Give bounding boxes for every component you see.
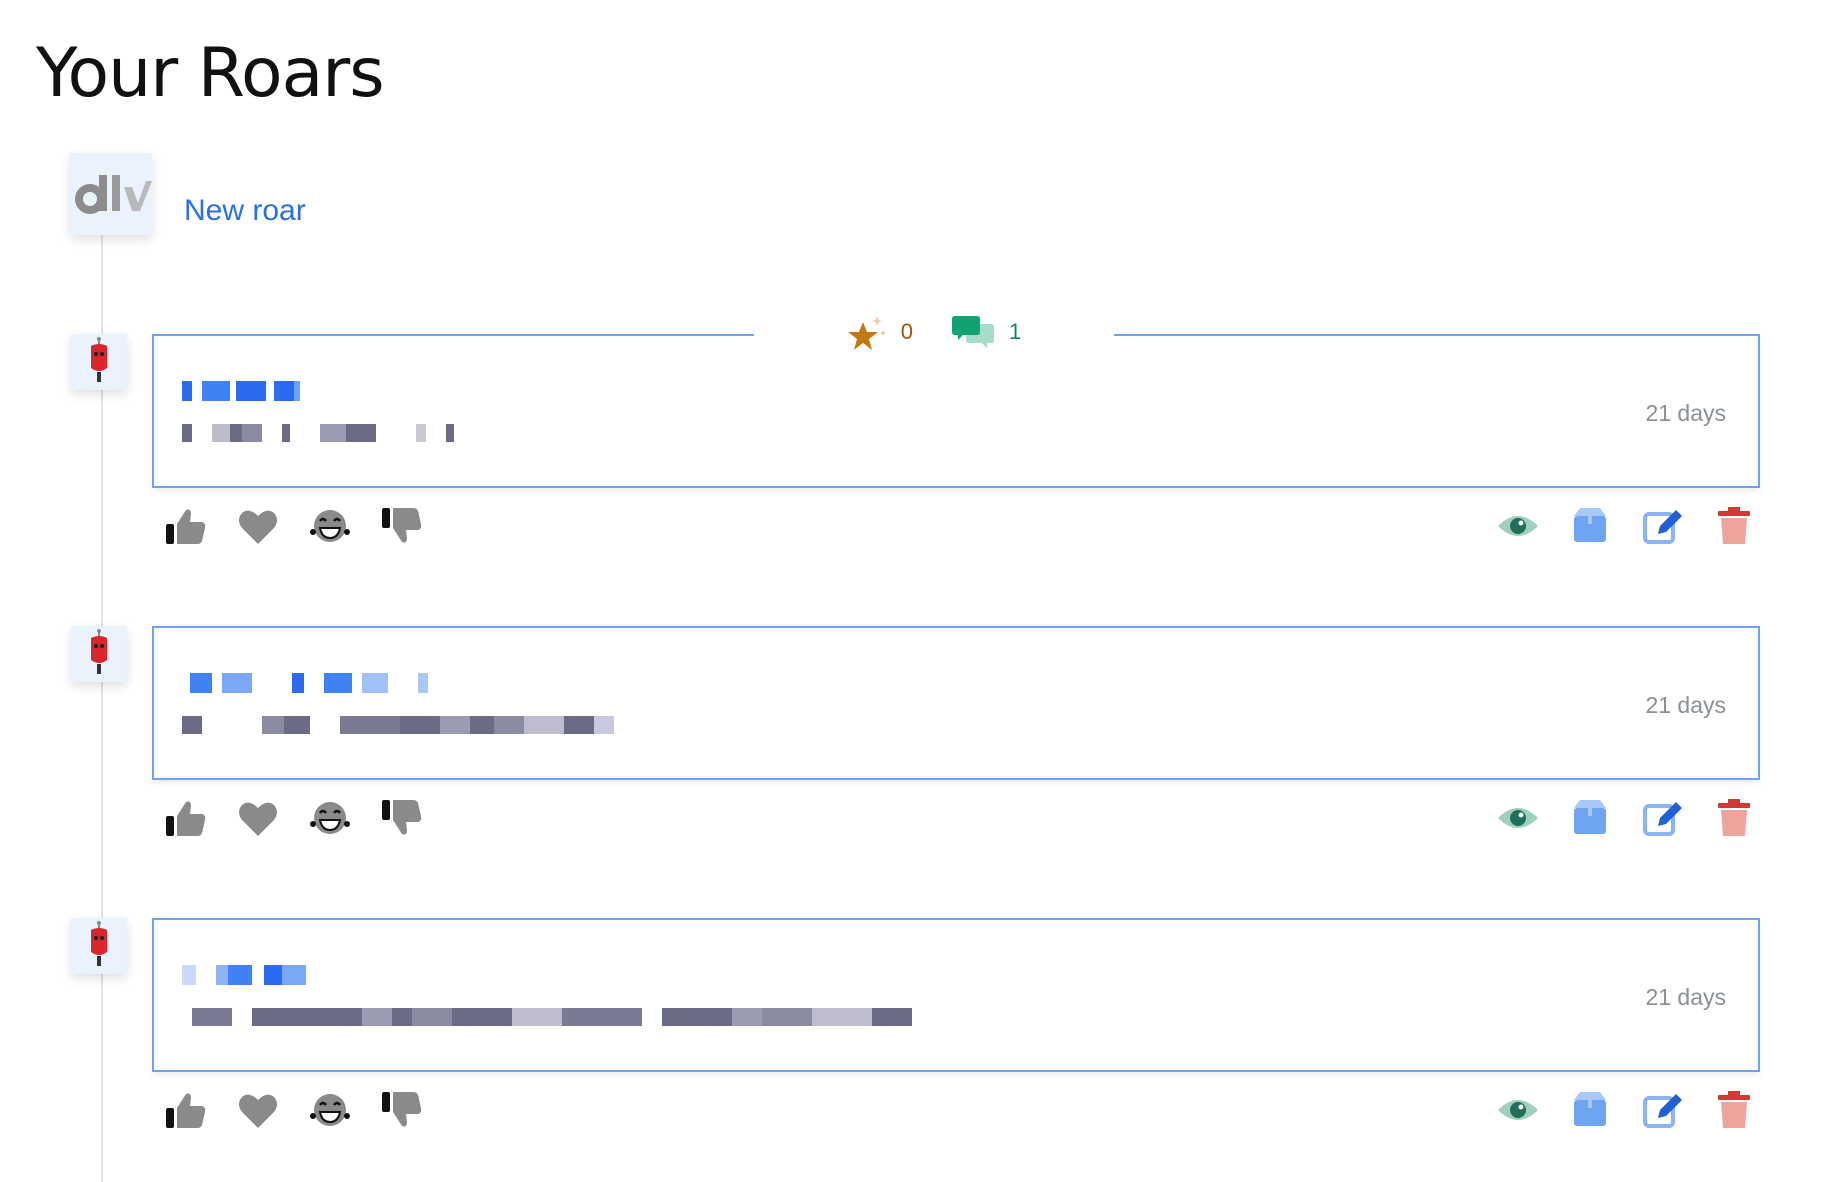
roar-body-redacted [182,424,502,442]
laughing-face-icon[interactable] [308,794,380,842]
eye-icon[interactable] [1482,1086,1554,1134]
trash-icon[interactable] [1698,1086,1770,1134]
heart-icon[interactable] [236,794,308,842]
laughing-face-icon[interactable] [308,502,380,550]
roar-card[interactable]: 21 days [152,626,1760,780]
edit-icon[interactable] [1626,794,1698,842]
roar-body-redacted [182,716,702,734]
roar-date: 21 days [1645,692,1726,718]
roar-title-redacted [182,965,342,985]
heart-icon[interactable] [236,1086,308,1134]
thumbs-up-icon[interactable] [164,1086,236,1134]
edit-icon[interactable] [1626,1086,1698,1134]
red-mascot-icon [91,921,107,966]
roar-actions [1482,502,1770,550]
archive-box-icon[interactable] [1554,1086,1626,1134]
comments-icon [952,316,994,348]
reactions-bar [164,502,452,550]
edit-icon[interactable] [1626,502,1698,550]
red-mascot-icon [91,629,107,674]
roar-title-redacted [182,673,442,693]
reactions-bar [164,794,452,842]
new-roar-link[interactable]: New roar [184,194,306,228]
roar-author-avatar [71,334,127,390]
eye-icon[interactable] [1482,794,1554,842]
roar-date: 21 days [1645,984,1726,1010]
star-count: 0 [900,319,913,344]
roar-actions [1482,1086,1770,1134]
roar-title-redacted [182,381,322,401]
trash-icon[interactable] [1698,794,1770,842]
red-mascot-icon [91,337,107,382]
roar-actions [1482,794,1770,842]
archive-box-icon[interactable] [1554,794,1626,842]
roar-author-avatar [71,918,127,974]
roar-stats: 0 1 [754,314,1114,350]
thumbs-down-icon[interactable] [380,794,452,842]
trash-icon[interactable] [1698,502,1770,550]
user-avatar [70,153,152,235]
thumbs-up-icon[interactable] [164,502,236,550]
heart-icon[interactable] [236,502,308,550]
roar-card[interactable]: 0 1 21 days [152,314,1760,488]
reactions-bar [164,1086,452,1134]
page-title: Your Roars [36,34,385,113]
comment-count: 1 [1009,319,1022,344]
archive-box-icon[interactable] [1554,502,1626,550]
roar-card[interactable]: 21 days [152,918,1760,1072]
thumbs-down-icon[interactable] [380,502,452,550]
roar-body-redacted [182,1008,982,1026]
eye-icon[interactable] [1482,502,1554,550]
laughing-face-icon[interactable] [308,1086,380,1134]
thumbs-down-icon[interactable] [380,1086,452,1134]
star-sparkle-icon [847,316,886,350]
thumbs-up-icon[interactable] [164,794,236,842]
roar-date: 21 days [1645,400,1726,426]
dlv-logo-icon [75,175,152,214]
roar-author-avatar [71,626,127,682]
